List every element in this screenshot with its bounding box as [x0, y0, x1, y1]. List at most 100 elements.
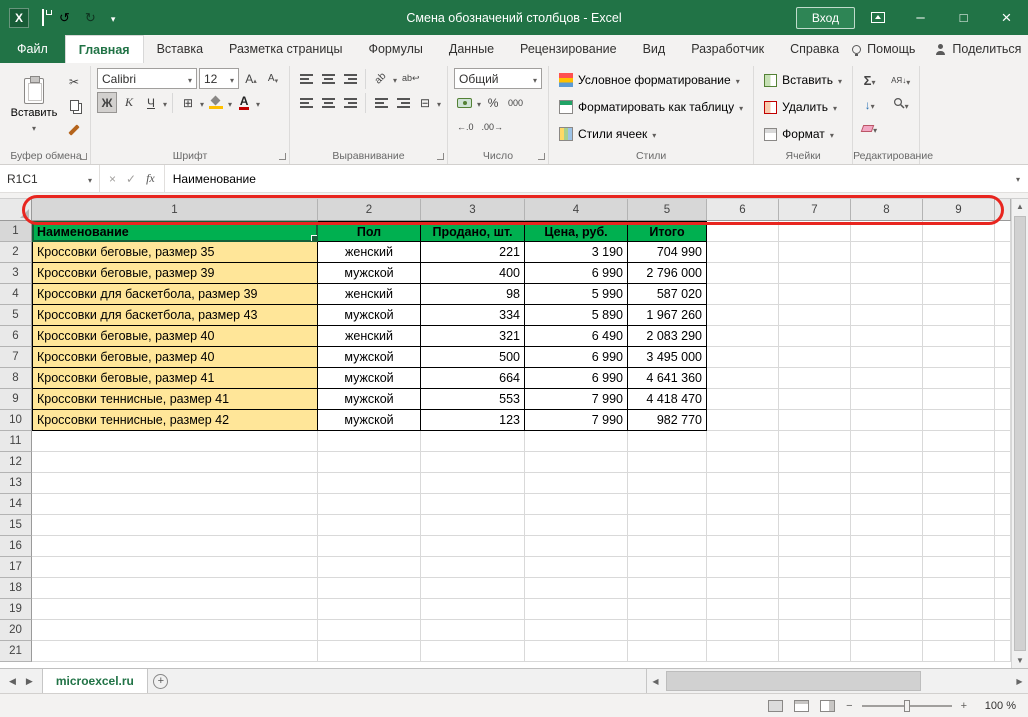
cell-r15c6[interactable]: [707, 515, 779, 536]
fill-button[interactable]: ↓: [859, 94, 880, 115]
sign-in-button[interactable]: Вход: [796, 7, 855, 29]
cell-r17c3[interactable]: [421, 557, 525, 578]
cell-r14c5[interactable]: [628, 494, 707, 515]
tab-review[interactable]: Рецензирование: [507, 35, 630, 63]
column-header-1[interactable]: 1: [32, 199, 318, 221]
row-header-7[interactable]: 7: [0, 347, 32, 368]
sheet-nav-right-icon[interactable]: ▶: [26, 676, 33, 687]
cell-r8c9[interactable]: [923, 368, 995, 389]
enter-icon[interactable]: ✓: [126, 172, 136, 186]
cell-r6c6[interactable]: [707, 326, 779, 347]
fill-color-button[interactable]: [206, 92, 226, 113]
zoom-slider[interactable]: [862, 705, 952, 707]
row-header-18[interactable]: 18: [0, 578, 32, 599]
row-header-9[interactable]: 9: [0, 389, 32, 410]
cell-r19c8[interactable]: [851, 599, 923, 620]
cell-r3c2[interactable]: мужской: [318, 263, 421, 284]
cell-r16c4[interactable]: [525, 536, 628, 557]
cell-r19c7[interactable]: [779, 599, 851, 620]
cell-r11c3[interactable]: [421, 431, 525, 452]
underline-button[interactable]: Ч: [141, 92, 161, 113]
column-header-4[interactable]: 4: [525, 199, 628, 221]
cell-r15c3[interactable]: [421, 515, 525, 536]
cell-r21c9[interactable]: [923, 641, 995, 662]
row-header-3[interactable]: 3: [0, 263, 32, 284]
tab-help[interactable]: Справка: [777, 35, 852, 63]
cell-r13c6[interactable]: [707, 473, 779, 494]
cell-r2c8[interactable]: [851, 242, 923, 263]
row-header-1[interactable]: 1: [0, 221, 32, 242]
number-format-select[interactable]: Общий: [454, 68, 542, 89]
cell-r16c6[interactable]: [707, 536, 779, 557]
align-bottom-button[interactable]: [340, 68, 360, 89]
cell-r7c7[interactable]: [779, 347, 851, 368]
cell-r1c4[interactable]: Цена, руб.: [525, 221, 628, 242]
cell-r5c2[interactable]: мужской: [318, 305, 421, 326]
cell-r3c3[interactable]: 400: [421, 263, 525, 284]
cell-r5c9[interactable]: [923, 305, 995, 326]
cell-r15c2[interactable]: [318, 515, 421, 536]
dialog-launcher-icon[interactable]: [80, 153, 87, 160]
cell-r20c4[interactable]: [525, 620, 628, 641]
delete-cells-button[interactable]: Удалить: [760, 95, 846, 119]
bold-button[interactable]: Ж: [97, 92, 117, 113]
cell-r5c5[interactable]: 1 967 260: [628, 305, 707, 326]
cell-r10c7[interactable]: [779, 410, 851, 431]
scroll-down-icon[interactable]: ▼: [1016, 656, 1024, 665]
cell-r9c8[interactable]: [851, 389, 923, 410]
save-button[interactable]: [41, 9, 45, 26]
cell-r17c1[interactable]: [32, 557, 318, 578]
conditional-formatting-button[interactable]: Условное форматирование: [555, 68, 747, 92]
column-header-7[interactable]: 7: [779, 199, 851, 221]
cell-r6c4[interactable]: 6 490: [525, 326, 628, 347]
cell-r14c3[interactable]: [421, 494, 525, 515]
cell-r1c7[interactable]: [779, 221, 851, 242]
cell-r20c2[interactable]: [318, 620, 421, 641]
zoom-in-icon[interactable]: +: [961, 700, 967, 712]
cell-r21c1[interactable]: [32, 641, 318, 662]
maximize-button[interactable]: [942, 0, 985, 35]
cell-r9c9[interactable]: [923, 389, 995, 410]
cell-r14c2[interactable]: [318, 494, 421, 515]
cell-r16c9[interactable]: [923, 536, 995, 557]
row-header-14[interactable]: 14: [0, 494, 32, 515]
cut-button[interactable]: ✂: [64, 71, 84, 92]
cell-r4c9[interactable]: [923, 284, 995, 305]
scroll-left-icon[interactable]: ◀: [647, 669, 664, 693]
cell-r19c2[interactable]: [318, 599, 421, 620]
minimize-button[interactable]: [899, 0, 942, 35]
cell-r4c5[interactable]: 587 020: [628, 284, 707, 305]
decrease-decimal-button[interactable]: .00→: [479, 116, 507, 137]
cell-r17c6[interactable]: [707, 557, 779, 578]
accounting-format-button[interactable]: [454, 92, 475, 113]
cell-r15c4[interactable]: [525, 515, 628, 536]
cell-r3c6[interactable]: [707, 263, 779, 284]
cell-r6c1[interactable]: Кроссовки беговые, размер 40: [32, 326, 318, 347]
cell-r9c4[interactable]: 7 990: [525, 389, 628, 410]
cell-r13c4[interactable]: [525, 473, 628, 494]
increase-decimal-button[interactable]: ←.0: [454, 116, 477, 137]
cell-r18c8[interactable]: [851, 578, 923, 599]
cell-r1c8[interactable]: [851, 221, 923, 242]
chevron-down-icon[interactable]: [393, 72, 397, 86]
cell-r12c6[interactable]: [707, 452, 779, 473]
cell-r4c2[interactable]: женский: [318, 284, 421, 305]
cell-r4c4[interactable]: 5 990: [525, 284, 628, 305]
horizontal-scrollbar-thumb[interactable]: [666, 671, 921, 691]
cell-r17c5[interactable]: [628, 557, 707, 578]
sort-filter-button[interactable]: АЯ↓: [888, 70, 913, 91]
normal-view-icon[interactable]: [768, 700, 783, 712]
cell-r17c8[interactable]: [851, 557, 923, 578]
align-top-button[interactable]: [296, 68, 316, 89]
cell-r5c4[interactable]: 5 890: [525, 305, 628, 326]
cell-r3c1[interactable]: Кроссовки беговые, размер 39: [32, 263, 318, 284]
row-header-17[interactable]: 17: [0, 557, 32, 578]
cell-r7c5[interactable]: 3 495 000: [628, 347, 707, 368]
cell-r11c5[interactable]: [628, 431, 707, 452]
undo-button[interactable]: ↺: [58, 9, 71, 26]
row-header-15[interactable]: 15: [0, 515, 32, 536]
page-layout-view-icon[interactable]: [794, 700, 809, 712]
cell-r1c2[interactable]: Пол: [318, 221, 421, 242]
decrease-font-button[interactable]: А: [263, 68, 283, 89]
comma-style-button[interactable]: 000: [505, 92, 526, 113]
